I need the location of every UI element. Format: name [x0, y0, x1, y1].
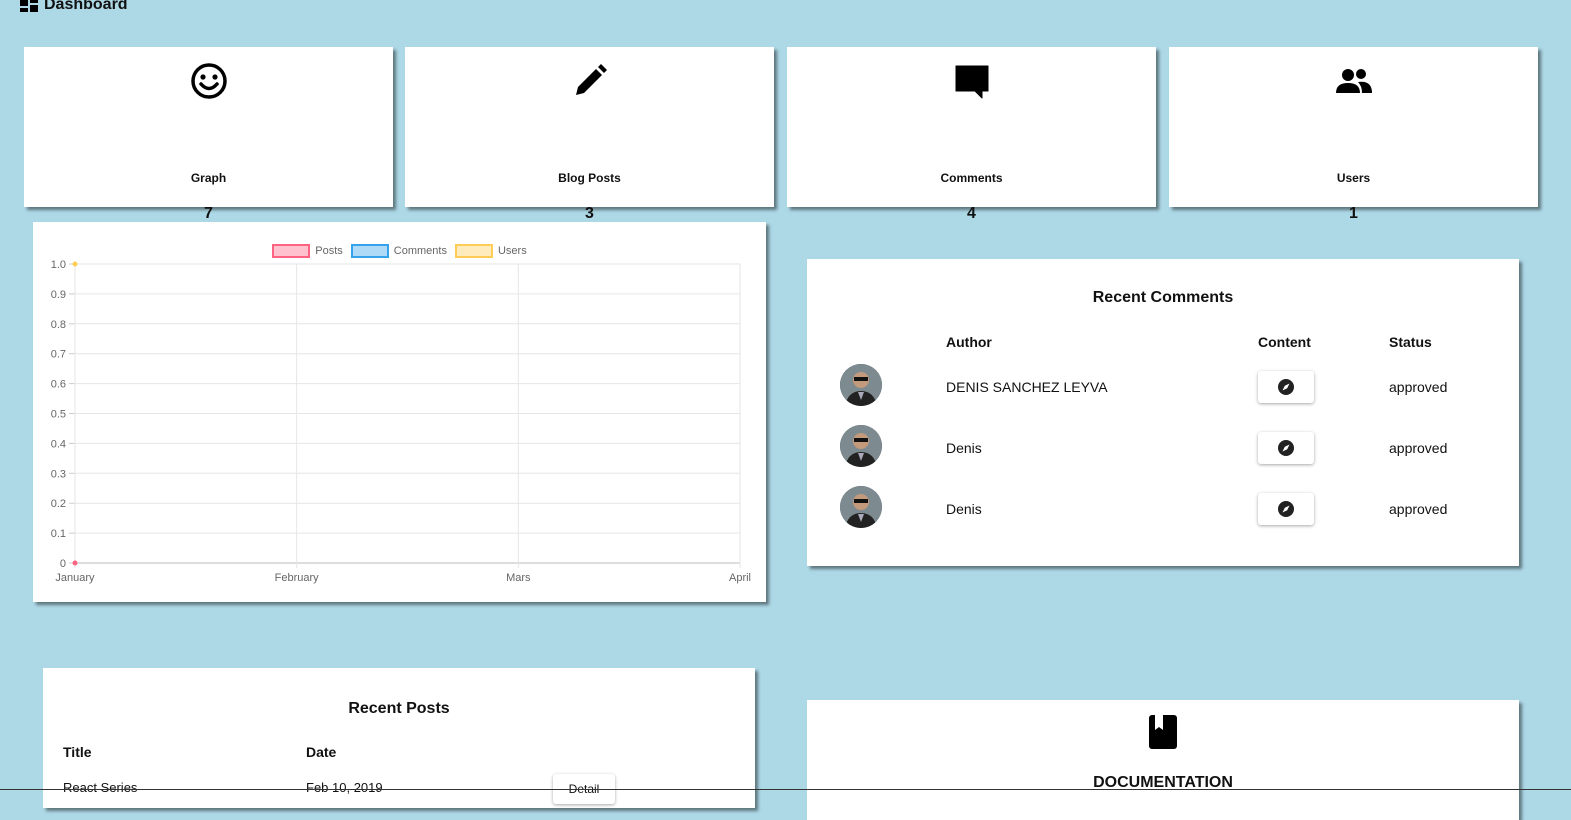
y-tick-label: 0 — [60, 558, 66, 570]
view-content-button[interactable] — [1258, 432, 1314, 464]
x-tick-label: April — [729, 572, 751, 584]
y-tick-label: 1.0 — [51, 259, 66, 271]
page-bottom-border — [0, 789, 1571, 790]
stat-card-graph: Graph 7 — [24, 47, 393, 222]
comment-author: DENIS SANCHEZ LEYVA — [946, 379, 1108, 395]
avatar — [840, 425, 882, 467]
smiley-icon — [190, 63, 227, 99]
column-header-author: Author — [946, 334, 992, 350]
stat-count: 1 — [1349, 205, 1358, 222]
recent-posts-card: Recent Posts Title Date React Series Feb… — [43, 668, 755, 808]
comment-author: Denis — [946, 501, 982, 517]
recent-comments-card: Recent Comments Author Content Status DE… — [807, 259, 1519, 566]
stat-label: Comments — [940, 171, 1003, 185]
users-icon — [1335, 69, 1372, 93]
page-title-text: Dashboard — [44, 0, 128, 13]
y-tick-label: 0.1 — [51, 528, 66, 540]
compass-icon — [1278, 501, 1294, 517]
column-header-date: Date — [306, 744, 337, 760]
stat-card-blog-posts: Blog Posts 3 — [405, 47, 774, 222]
view-content-button[interactable] — [1258, 371, 1314, 403]
y-tick-label: 0.7 — [51, 349, 66, 361]
compass-icon — [1278, 379, 1294, 395]
recent-comments-title: Recent Comments — [1092, 289, 1234, 306]
y-tick-label: 0.8 — [51, 319, 66, 331]
x-tick-label: February — [275, 572, 320, 584]
comment-status: approved — [1389, 379, 1448, 395]
recent-posts-title: Recent Posts — [348, 700, 450, 717]
dashboard-icon — [20, 0, 38, 12]
y-tick-label: 0.6 — [51, 379, 66, 391]
view-content-button[interactable] — [1258, 493, 1314, 525]
y-tick-label: 0.2 — [51, 498, 66, 510]
comment-icon — [955, 65, 988, 99]
comment-status: approved — [1389, 440, 1448, 456]
x-tick-label: January — [55, 572, 95, 584]
y-tick-label: 0.4 — [51, 438, 66, 450]
y-tick-label: 0.3 — [51, 468, 66, 480]
documentation-card[interactable]: DOCUMENTATION — [807, 700, 1519, 820]
compass-icon — [1278, 440, 1294, 456]
comment-status: approved — [1389, 501, 1448, 517]
pencil-icon — [575, 64, 607, 95]
data-point — [72, 261, 78, 267]
stat-card-users: Users 1 — [1169, 47, 1538, 222]
book-icon — [1149, 715, 1177, 749]
stat-count: 7 — [204, 205, 213, 222]
x-tick-label: Mars — [506, 572, 531, 584]
stat-label: Graph — [190, 171, 227, 185]
data-point — [72, 560, 78, 566]
avatar — [840, 364, 882, 406]
column-header-title: Title — [63, 744, 92, 760]
column-header-status: Status — [1389, 334, 1432, 350]
activity-chart-card: Posts Comments Users 1.0 0.9 0.8 0.7 0.6 0.5 0… — [33, 222, 766, 602]
avatar — [840, 486, 882, 528]
stat-count: 3 — [585, 205, 594, 222]
stat-label: Blog Posts — [558, 171, 621, 185]
line-chart: 1.0 0.9 0.8 0.7 0.6 0.5 0.4 0.3 0.2 0.1 0 January Fe… — [51, 259, 751, 584]
y-tick-label: 0.5 — [51, 409, 66, 421]
stat-count: 4 — [967, 205, 976, 222]
stat-card-comments: Comments 4 — [787, 47, 1156, 222]
stat-label: Users — [1336, 171, 1371, 185]
y-tick-label: 0.9 — [51, 289, 66, 301]
page-title: Dashboard — [20, 0, 128, 14]
column-header-content: Content — [1258, 334, 1311, 350]
comment-author: Denis — [946, 440, 982, 456]
